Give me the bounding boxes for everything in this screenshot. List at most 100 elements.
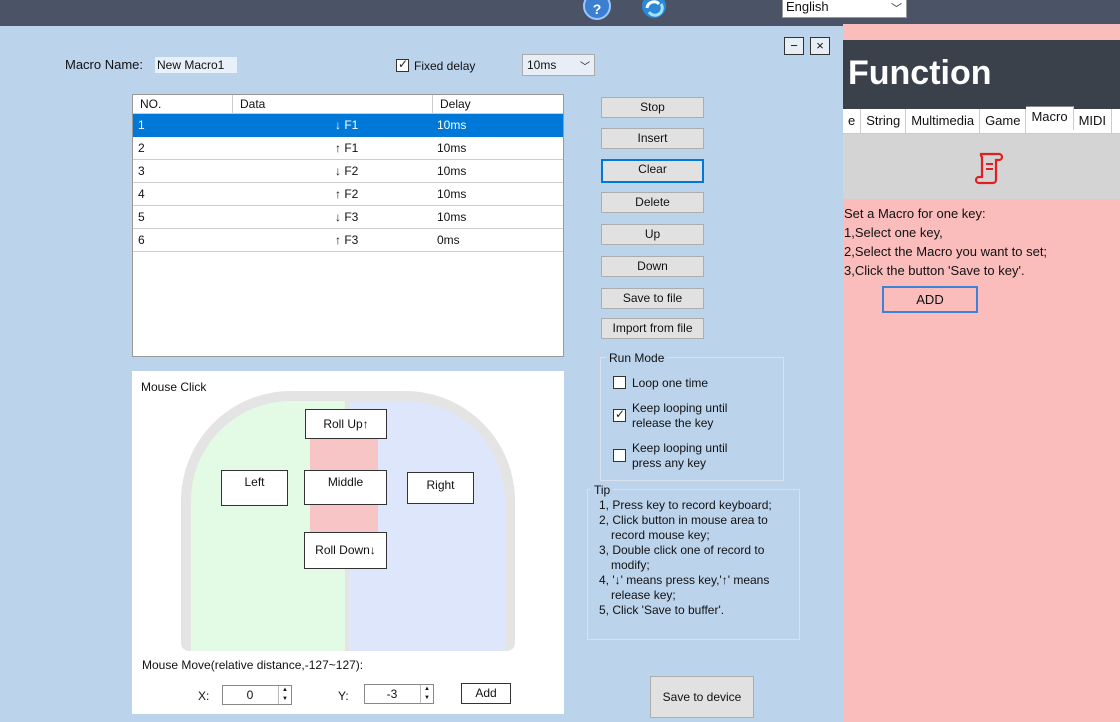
save-to-device-button[interactable]: Save to device <box>650 676 754 718</box>
x-value: 0 <box>246 688 254 702</box>
table-row[interactable]: 6 ↑ F3 0ms <box>133 229 563 252</box>
keep-looping-any-key-checkbox[interactable] <box>613 449 626 462</box>
key-down-arrow: ↓ <box>335 210 341 224</box>
loop-one-time-label: Loop one time <box>632 376 709 390</box>
key-up-arrow: ↑ <box>335 187 341 201</box>
cell-key: F2 <box>344 164 359 178</box>
cell-no: 2 <box>138 141 145 155</box>
down-button[interactable]: Down <box>601 256 704 277</box>
table-row[interactable]: 4 ↑ F2 10ms <box>133 183 563 206</box>
mouse-move-label: Mouse Move(relative distance,-127~127): <box>142 658 364 672</box>
y-stepper[interactable]: -3 ▲ ▼ <box>364 684 434 704</box>
table-row[interactable]: 1 ↓ F1 10ms <box>133 114 563 137</box>
cell-delay: 10ms <box>437 141 467 155</box>
tab-string[interactable]: String <box>861 109 907 134</box>
table-row[interactable]: 3 ↓ F2 10ms <box>133 160 563 183</box>
x-label: X: <box>198 689 210 703</box>
instruction-line: 2,Select the Macro you want to set; <box>844 244 1048 259</box>
macro-name-input[interactable]: New Macro1 <box>155 57 237 73</box>
column-header-data[interactable]: Data <box>233 95 433 114</box>
macro-instructions: Set a Macro for one key: 1,Select one ke… <box>844 204 1047 280</box>
delay-value: 10ms <box>527 58 557 72</box>
cell-key: F3 <box>344 210 359 224</box>
column-header-delay[interactable]: Delay <box>433 95 563 114</box>
cell-delay: 10ms <box>437 187 467 201</box>
x-stepper[interactable]: 0 ▲ ▼ <box>222 685 292 705</box>
tab-game[interactable]: Game <box>980 109 1027 134</box>
tip-line: 4, '↓' means press key,'↑' means release… <box>599 573 770 602</box>
label-line: press any key <box>632 456 707 470</box>
roll-down-button[interactable]: Roll Down↓ <box>304 532 387 569</box>
import-from-file-button[interactable]: Import from file <box>601 318 704 339</box>
cell-key: F1 <box>344 118 359 132</box>
delete-button[interactable]: Delete <box>601 192 704 213</box>
language-select[interactable]: English ﹀ <box>782 0 907 18</box>
key-up-arrow: ↑ <box>335 141 341 155</box>
table-row[interactable]: 5 ↓ F3 10ms <box>133 206 563 229</box>
help-icon[interactable]: ? <box>583 0 611 20</box>
cell-data: ↓ F1 <box>233 114 433 136</box>
cell-no: 6 <box>138 233 145 247</box>
cell-key: F1 <box>344 141 359 155</box>
y-value: -3 <box>386 687 398 701</box>
tip-line: 1, Press key to record keyboard; <box>599 498 772 512</box>
cell-no: 3 <box>138 164 145 178</box>
clear-button[interactable]: Clear <box>601 159 704 183</box>
keep-looping-any-key-label: Keep looping until press any key <box>632 441 727 471</box>
instruction-line: 3,Click the button 'Save to key'. <box>844 263 1025 278</box>
function-title: Function <box>848 54 992 92</box>
fixed-delay-checkbox[interactable] <box>396 57 409 72</box>
top-bar <box>0 0 1120 24</box>
save-to-file-button[interactable]: Save to file <box>601 288 704 309</box>
function-tabs: e String Multimedia Game Macro MIDI <box>843 106 1120 134</box>
cell-delay: 0ms <box>437 233 460 247</box>
chevron-down-icon: ﹀ <box>891 3 902 15</box>
minimize-button[interactable]: − <box>784 37 804 55</box>
cell-no: 4 <box>138 187 145 201</box>
add-mouse-move-button[interactable]: Add <box>461 683 511 704</box>
chevron-down-icon: ﹀ <box>580 62 590 73</box>
key-up-arrow: ↑ <box>335 233 341 247</box>
cell-no: 5 <box>138 210 145 224</box>
cell-delay: 10ms <box>437 118 467 132</box>
tab-partial[interactable]: e <box>843 109 862 134</box>
table-row[interactable]: 2 ↑ F1 10ms <box>133 137 563 160</box>
cell-no: 1 <box>138 118 145 132</box>
insert-button[interactable]: Insert <box>601 128 704 149</box>
right-click-button[interactable]: Right <box>407 472 474 504</box>
middle-click-button[interactable]: Middle <box>304 470 387 505</box>
column-header-no[interactable]: NO. <box>133 95 233 114</box>
label-line: Keep looping until <box>632 441 728 455</box>
svg-text:?: ? <box>593 1 602 17</box>
tab-macro[interactable]: Macro <box>1026 106 1074 130</box>
keep-looping-release-checkbox[interactable] <box>613 407 626 422</box>
tip-text: 1, Press key to record keyboard; 2, Clic… <box>599 498 799 618</box>
cell-key: F2 <box>344 187 359 201</box>
tab-midi[interactable]: MIDI <box>1074 109 1113 134</box>
mouse-click-panel: Mouse Click Roll Up↑ Left Middle Right R… <box>132 371 564 714</box>
cell-data: ↓ F3 <box>233 206 433 228</box>
left-click-button[interactable]: Left <box>221 470 288 506</box>
key-down-arrow: ↓ <box>335 118 341 132</box>
macro-icon-bar <box>843 134 1120 199</box>
delay-select[interactable]: 10ms ﹀ <box>522 54 595 76</box>
cell-data: ↑ F1 <box>233 137 433 159</box>
cell-delay: 10ms <box>437 164 467 178</box>
macro-record-table[interactable]: NO. Data Delay 1 ↓ F1 10ms 2 ↑ F1 10ms 3… <box>132 94 564 357</box>
cell-data: ↑ F2 <box>233 183 433 205</box>
background-app: Function e String Multimedia Game Macro … <box>843 24 1120 722</box>
macro-editor-dialog: − × Macro Name: New Macro1 Fixed delay 1… <box>0 26 843 722</box>
refresh-icon[interactable] <box>640 0 668 20</box>
add-macro-button[interactable]: ADD <box>882 286 978 313</box>
up-button[interactable]: Up <box>601 224 704 245</box>
roll-up-button[interactable]: Roll Up↑ <box>305 409 387 439</box>
fixed-delay-label: Fixed delay <box>414 59 476 73</box>
close-button[interactable]: × <box>810 37 830 55</box>
stop-button[interactable]: Stop <box>601 97 704 118</box>
cell-data: ↑ F3 <box>233 229 433 251</box>
tip-line: 5, Click 'Save to buffer'. <box>599 603 725 617</box>
stepper-arrows-icon[interactable]: ▲ ▼ <box>278 686 291 704</box>
loop-one-time-checkbox[interactable] <box>613 376 626 389</box>
stepper-arrows-icon[interactable]: ▲ ▼ <box>420 685 433 703</box>
tab-multimedia[interactable]: Multimedia <box>906 109 981 134</box>
